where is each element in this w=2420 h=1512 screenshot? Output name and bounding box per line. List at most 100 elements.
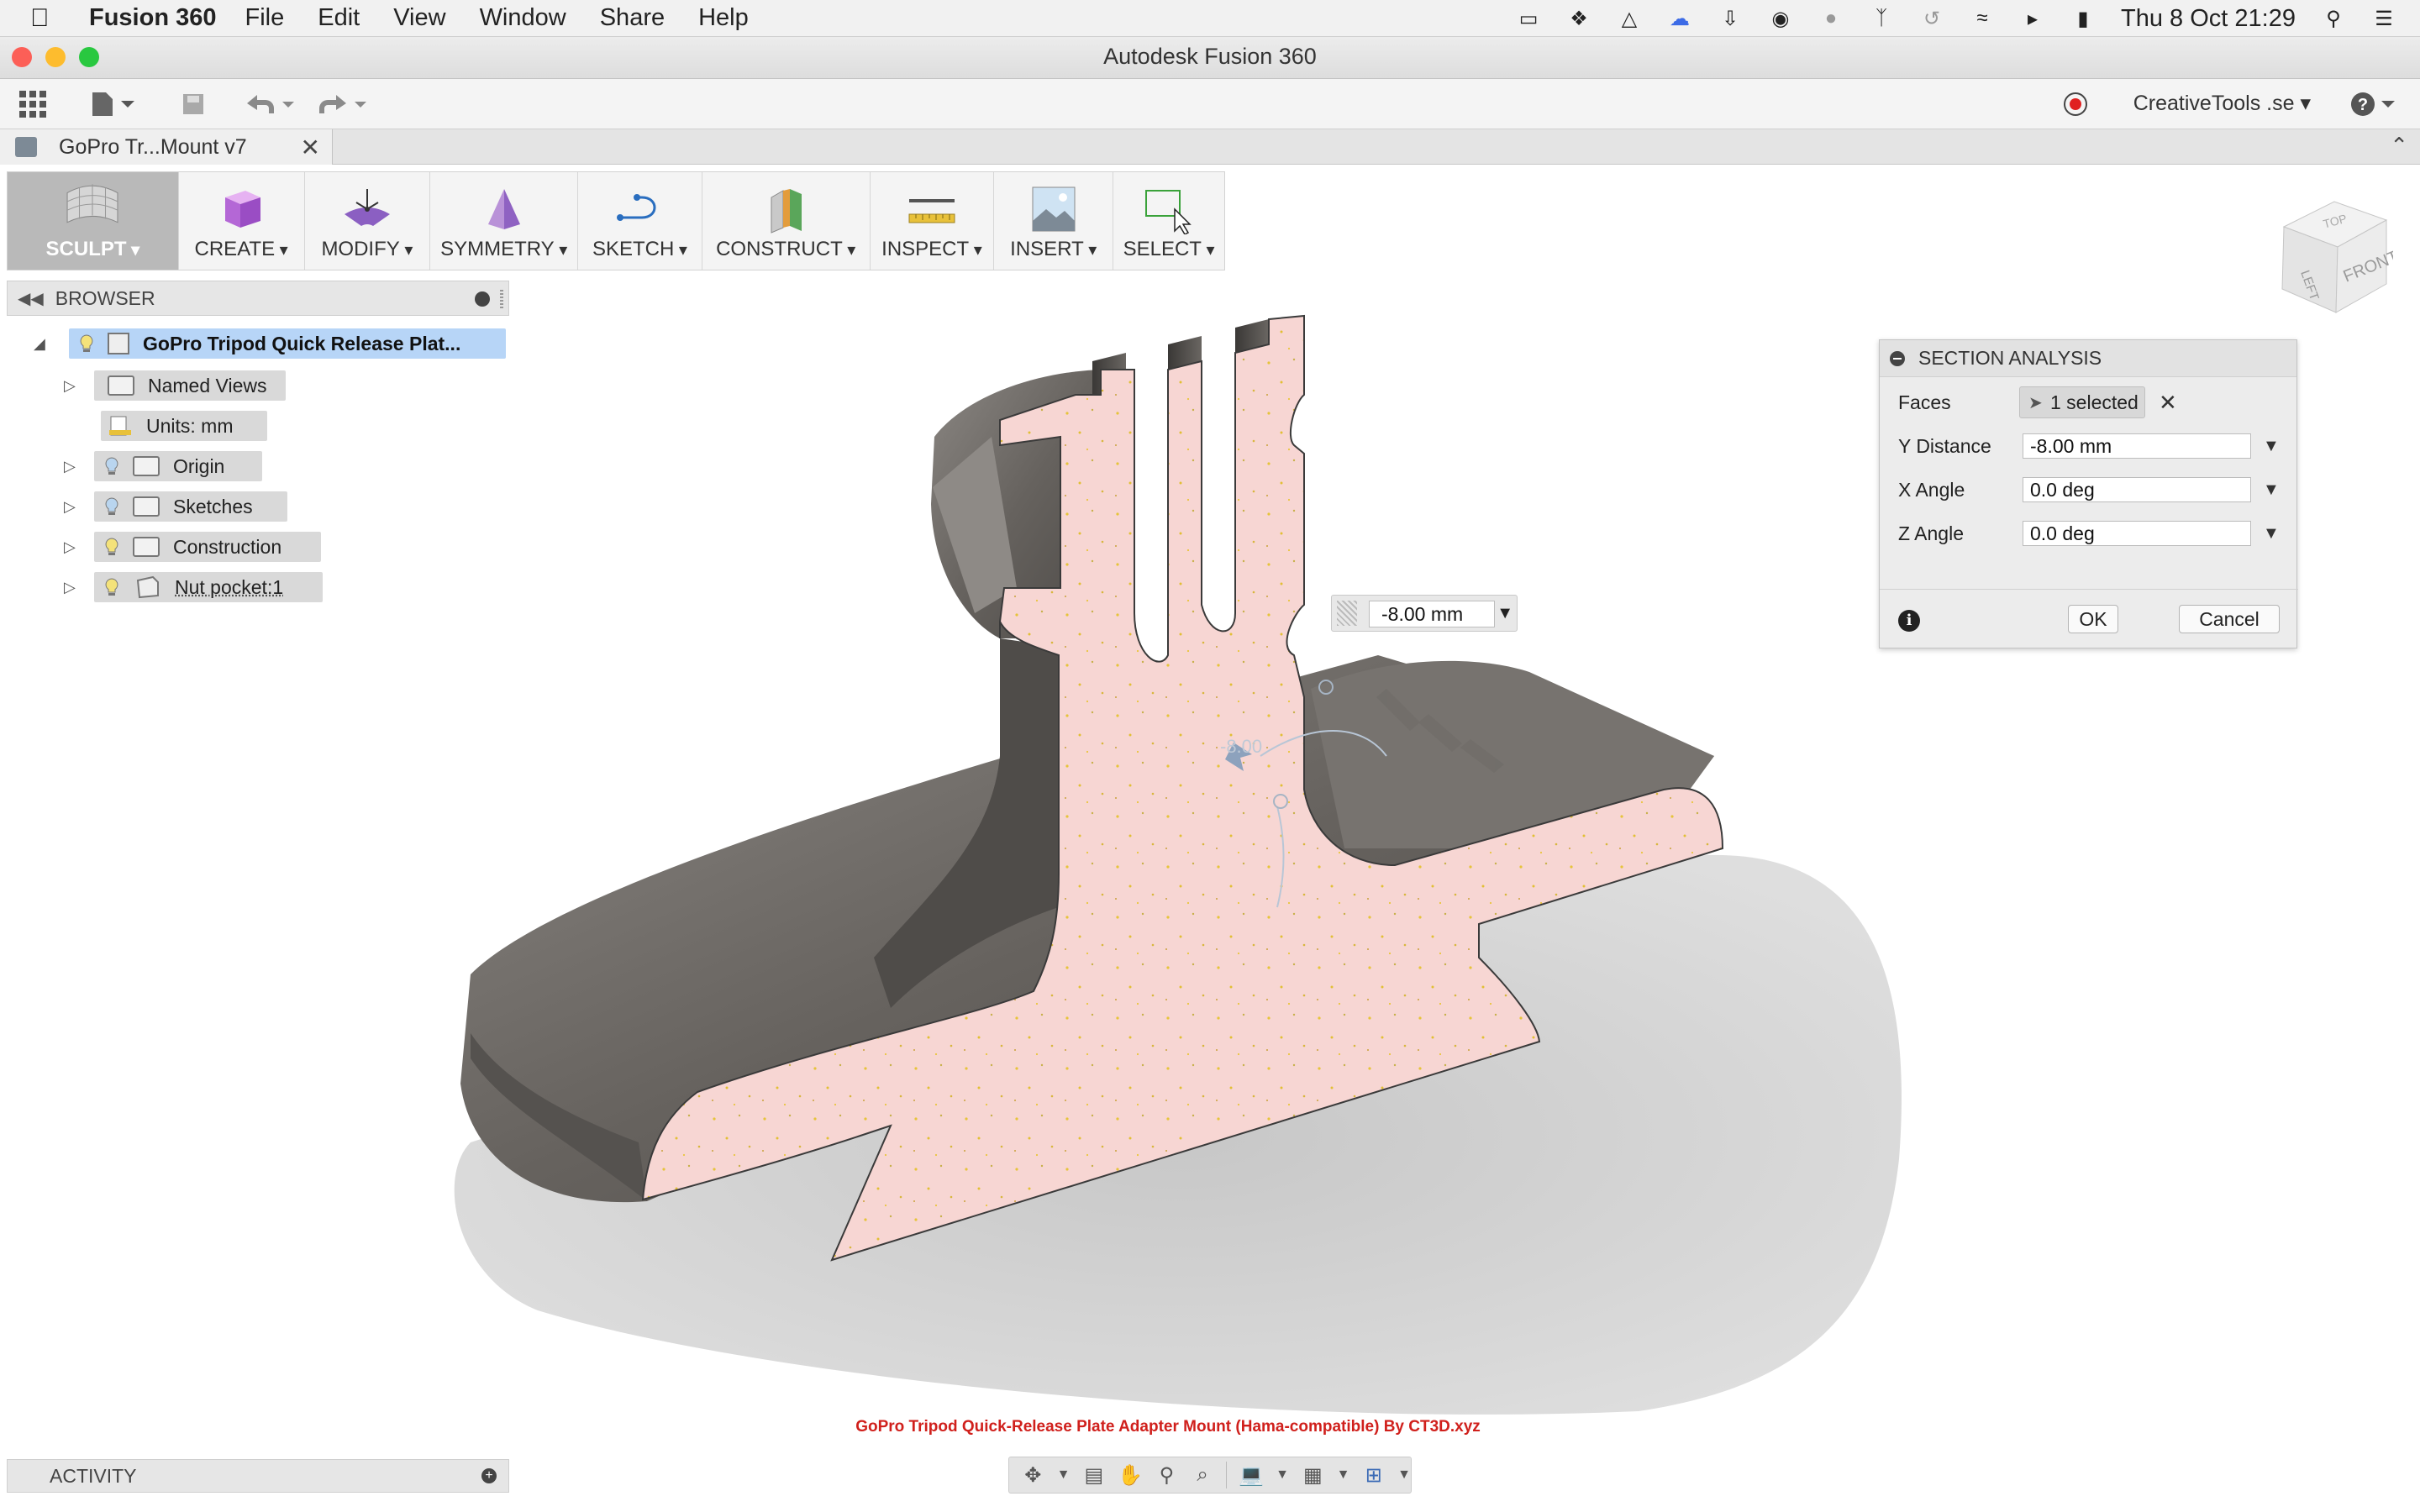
root-component-label: GoPro Tripod Quick Release Plat... — [143, 332, 461, 354]
document-tab[interactable]: GoPro Tr...Mount v7 ✕ — [0, 129, 333, 165]
clear-selection-icon[interactable]: ✕ — [2159, 390, 2177, 416]
insert-label: INSERT — [1010, 238, 1097, 261]
modify-menu[interactable]: MODIFY — [305, 172, 431, 270]
visibility-bulb-icon[interactable] — [104, 496, 119, 517]
menu-view[interactable]: View — [393, 4, 445, 32]
expand-root-icon[interactable]: ◢ — [34, 335, 45, 353]
notification-center-icon[interactable]: ☰ — [2371, 6, 2396, 31]
browser-resize-handle[interactable] — [500, 290, 503, 308]
airplay-icon[interactable]: ▭ — [1516, 6, 1541, 31]
nut-pocket-item[interactable]: Nut pocket:1 — [94, 572, 323, 602]
origin-item[interactable]: Origin — [94, 451, 262, 481]
symmetry-label: SYMMETRY — [440, 238, 567, 261]
view-cube[interactable]: TOP LEFT FRONT — [2269, 195, 2393, 321]
y-distance-dropdown-icon[interactable]: ▼ — [2263, 437, 2280, 456]
menu-share[interactable]: Share — [600, 4, 665, 32]
time-machine-icon[interactable]: ↺ — [1919, 6, 1944, 31]
visibility-bulb-icon[interactable] — [104, 577, 119, 597]
window-title: Autodesk Fusion 360 — [1103, 44, 1317, 69]
orbit-icon[interactable]: ✥ — [1021, 1462, 1045, 1488]
close-tab-icon[interactable]: ✕ — [301, 134, 320, 161]
x-angle-dropdown-icon[interactable]: ▼ — [2263, 480, 2280, 500]
ok-button[interactable]: OK — [2068, 605, 2118, 633]
x-angle-input[interactable]: 0.0 deg — [2023, 477, 2251, 502]
spotlight-icon[interactable]: ⚲ — [2321, 6, 2346, 31]
volume-icon[interactable]: ▸ — [2020, 6, 2045, 31]
visibility-bulb-icon[interactable] — [104, 537, 119, 557]
menu-file[interactable]: File — [245, 4, 285, 32]
grid-settings-icon[interactable]: ▦ — [1301, 1462, 1325, 1488]
manipulator-grip-handle[interactable] — [1337, 601, 1357, 626]
inspect-menu[interactable]: INSPECT — [871, 172, 995, 270]
orbit-dropdown-icon[interactable]: ▼ — [1057, 1462, 1071, 1488]
visibility-bulb-icon[interactable] — [79, 333, 94, 354]
y-distance-input[interactable]: -8.00 mm — [2023, 433, 2251, 459]
menu-window[interactable]: Window — [480, 4, 566, 32]
viewports-icon[interactable]: ⊞ — [1361, 1462, 1386, 1488]
clock[interactable]: Thu 8 Oct 21:29 — [2121, 5, 2296, 33]
viewports-dropdown-icon[interactable]: ▼ — [1397, 1462, 1411, 1488]
z-angle-dropdown-icon[interactable]: ▼ — [2263, 524, 2280, 543]
apple-menu-icon[interactable]:  — [30, 4, 67, 33]
faces-selection-button[interactable]: ➤ 1 selected — [2019, 386, 2145, 418]
help-icon[interactable]: ? — [2349, 87, 2400, 121]
creative-cloud-icon[interactable]: ☁ — [1667, 6, 1692, 31]
distance-value-input[interactable]: -8.00 mm — [1369, 601, 1495, 627]
dialog-footer: i OK Cancel — [1880, 589, 2298, 648]
look-at-icon[interactable]: ▤ — [1082, 1462, 1107, 1488]
visibility-bulb-icon[interactable] — [104, 456, 119, 476]
app-menu[interactable]: Fusion 360 — [89, 4, 217, 32]
save-icon[interactable] — [176, 87, 210, 121]
mac-menubar:  Fusion 360 File Edit View Window Share… — [0, 0, 2420, 37]
browser-minimize-icon[interactable] — [475, 291, 490, 307]
wifi-icon[interactable]: ≈ — [1970, 6, 1995, 31]
menu-edit[interactable]: Edit — [318, 4, 360, 32]
browser-root-item[interactable]: GoPro Tripod Quick Release Plat... — [69, 328, 506, 359]
file-menu-icon[interactable] — [87, 87, 141, 121]
sketch-menu[interactable]: SKETCH — [578, 172, 702, 270]
fit-icon[interactable]: ⌕ — [1191, 1462, 1215, 1488]
z-angle-label: Z Angle — [1898, 522, 1964, 544]
symmetry-menu[interactable]: SYMMETRY — [430, 172, 579, 270]
menu-help[interactable]: Help — [698, 4, 749, 32]
units-item[interactable]: Units: mm — [101, 411, 267, 441]
select-menu[interactable]: SELECT — [1113, 172, 1224, 270]
modify-label: MODIFY — [321, 238, 413, 261]
undo-icon[interactable] — [242, 87, 299, 121]
named-views-item[interactable]: Named Views — [94, 370, 286, 401]
activity-panel[interactable]: ACTIVITY + — [7, 1459, 509, 1493]
download-icon[interactable]: ⇩ — [1718, 6, 1743, 31]
display-dropdown-icon[interactable]: ▼ — [1276, 1462, 1289, 1488]
record-job-icon[interactable] — [2059, 87, 2092, 121]
construction-item[interactable]: Construction — [94, 532, 321, 562]
info-icon[interactable]: i — [1898, 610, 1920, 632]
display-settings-icon[interactable]: 💻 — [1239, 1462, 1264, 1488]
construct-menu[interactable]: CONSTRUCT — [702, 172, 871, 270]
distance-dropdown-icon[interactable]: ▼ — [1497, 604, 1513, 623]
expand-activity-icon[interactable]: + — [481, 1468, 497, 1483]
collapse-browser-icon[interactable]: ◀◀ — [18, 288, 44, 309]
pan-hand-icon[interactable]: ✋ — [1118, 1462, 1143, 1488]
redo-icon[interactable] — [314, 87, 371, 121]
record-icon[interactable]: ◉ — [1768, 6, 1793, 31]
z-angle-row: Z Angle 0.0 deg ▼ — [1880, 515, 2298, 552]
dropbox-icon[interactable]: ❖ — [1566, 6, 1591, 31]
collapse-chevron-icon[interactable]: ⌃ — [2390, 133, 2408, 159]
sketches-item[interactable]: Sketches — [94, 491, 287, 522]
drive-icon[interactable]: △ — [1617, 6, 1642, 31]
collapse-dialog-icon[interactable] — [1890, 350, 1905, 366]
cursor-arrow-icon: ➤ — [2028, 394, 2043, 412]
user-account-menu[interactable]: CreativeTools .se ▾ — [2133, 91, 2311, 116]
z-angle-input[interactable]: 0.0 deg — [2023, 521, 2251, 546]
create-menu[interactable]: CREATE — [179, 172, 305, 270]
grid-dropdown-icon[interactable]: ▼ — [1337, 1462, 1350, 1488]
x-angle-row: X Angle 0.0 deg ▼ — [1880, 471, 2298, 508]
workspace-switcher[interactable]: SCULPT — [8, 172, 179, 270]
bluetooth-icon[interactable]: ᛉ — [1869, 6, 1894, 31]
insert-menu[interactable]: INSERT — [994, 172, 1114, 270]
battery-icon[interactable]: ▮ — [2070, 6, 2096, 31]
zoom-icon[interactable]: ⚲ — [1155, 1462, 1179, 1488]
data-panel-grid-icon[interactable] — [15, 87, 50, 121]
notification-icon[interactable]: ● — [1818, 6, 1844, 31]
cancel-button[interactable]: Cancel — [2179, 605, 2280, 633]
